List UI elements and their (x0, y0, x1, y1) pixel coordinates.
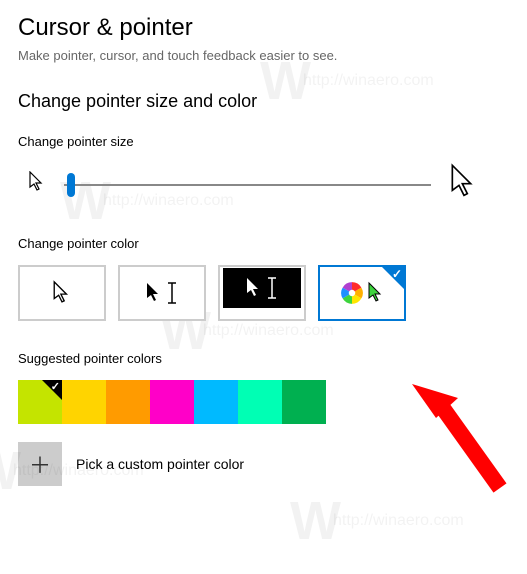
page-title: Cursor & pointer (18, 14, 509, 42)
ibeam-black-icon (167, 282, 179, 304)
swatch-2[interactable] (106, 380, 150, 424)
pointer-color-options: ✓ (18, 265, 509, 321)
section-heading: Change pointer size and color (18, 91, 509, 112)
swatch-0[interactable] (18, 380, 62, 424)
checkmark-icon: ✓ (392, 267, 402, 281)
small-cursor-icon (28, 171, 46, 198)
swatch-1[interactable] (62, 380, 106, 424)
swatch-6[interactable] (282, 380, 326, 424)
cursor-inverted-icon (245, 276, 263, 300)
suggested-colors-label: Suggested pointer colors (18, 351, 509, 366)
ibeam-inverted-icon (267, 277, 279, 299)
option-white-cursor[interactable] (18, 265, 106, 321)
swatch-3[interactable] (150, 380, 194, 424)
color-wheel-icon (339, 280, 365, 306)
option-inverted-cursor[interactable] (218, 265, 306, 321)
custom-color-label: Pick a custom pointer color (76, 456, 244, 472)
large-cursor-icon (449, 163, 479, 206)
option-custom-color-cursor[interactable]: ✓ (318, 265, 406, 321)
pointer-size-slider[interactable] (64, 173, 431, 197)
page-subtitle: Make pointer, cursor, and touch feedback… (18, 48, 509, 63)
watermark: Whttp://winaero.com (290, 490, 464, 552)
cursor-white-icon (52, 280, 72, 306)
suggested-color-swatches (18, 380, 509, 424)
pointer-color-label: Change pointer color (18, 236, 509, 251)
swatch-5[interactable] (238, 380, 282, 424)
plus-icon: ＋ (29, 448, 51, 480)
option-black-cursor[interactable] (118, 265, 206, 321)
pointer-size-label: Change pointer size (18, 134, 509, 149)
add-custom-color-button[interactable]: ＋ (18, 442, 62, 486)
slider-thumb[interactable] (67, 173, 75, 197)
swatch-4[interactable] (194, 380, 238, 424)
cursor-black-icon (145, 281, 163, 305)
